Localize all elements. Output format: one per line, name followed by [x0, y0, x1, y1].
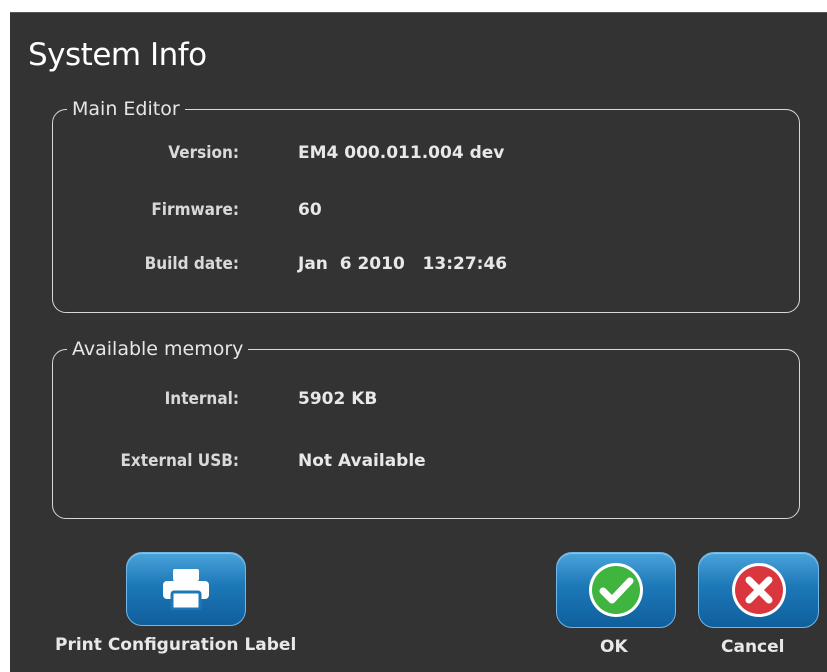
firmware-value: 60	[298, 200, 322, 220]
print-configuration-label-button[interactable]	[126, 552, 246, 626]
main-editor-group: Main Editor Version: EM4 000.011.004 dev…	[52, 98, 800, 313]
available-memory-legend: Available memory	[67, 338, 249, 360]
check-icon	[589, 563, 643, 617]
version-label: Version:	[168, 143, 239, 163]
version-value: EM4 000.011.004 dev	[298, 143, 505, 163]
external-usb-value: Not Available	[298, 451, 426, 471]
internal-row: Internal: 5902 KB	[53, 386, 799, 412]
print-configuration-label-caption[interactable]: Print Configuration Label	[55, 635, 296, 655]
external-usb-label: External USB:	[120, 451, 239, 471]
firmware-row: Firmware: 60	[53, 197, 799, 223]
cancel-caption[interactable]: Cancel	[721, 637, 784, 657]
available-memory-group: Available memory Internal: 5902 KB Exter…	[52, 338, 800, 519]
build-date-value: Jan 6 2010 13:27:46	[298, 254, 508, 274]
close-icon	[731, 563, 786, 617]
version-row: Version: EM4 000.011.004 dev	[53, 140, 799, 166]
cancel-button[interactable]	[698, 552, 819, 628]
internal-label: Internal:	[164, 389, 239, 409]
ok-button[interactable]	[556, 552, 676, 628]
system-info-dialog: System Info Main Editor Version: EM4 000…	[10, 12, 827, 672]
internal-value: 5902 KB	[298, 389, 378, 409]
ok-caption[interactable]: OK	[600, 637, 628, 657]
build-date-label: Build date:	[144, 254, 239, 274]
build-date-row: Build date: Jan 6 2010 13:27:46	[53, 251, 799, 277]
main-editor-legend: Main Editor	[67, 98, 185, 120]
firmware-label: Firmware:	[151, 200, 239, 220]
dialog-title: System Info	[28, 37, 207, 73]
external-usb-row: External USB: Not Available	[53, 448, 799, 474]
printer-icon	[163, 569, 209, 610]
